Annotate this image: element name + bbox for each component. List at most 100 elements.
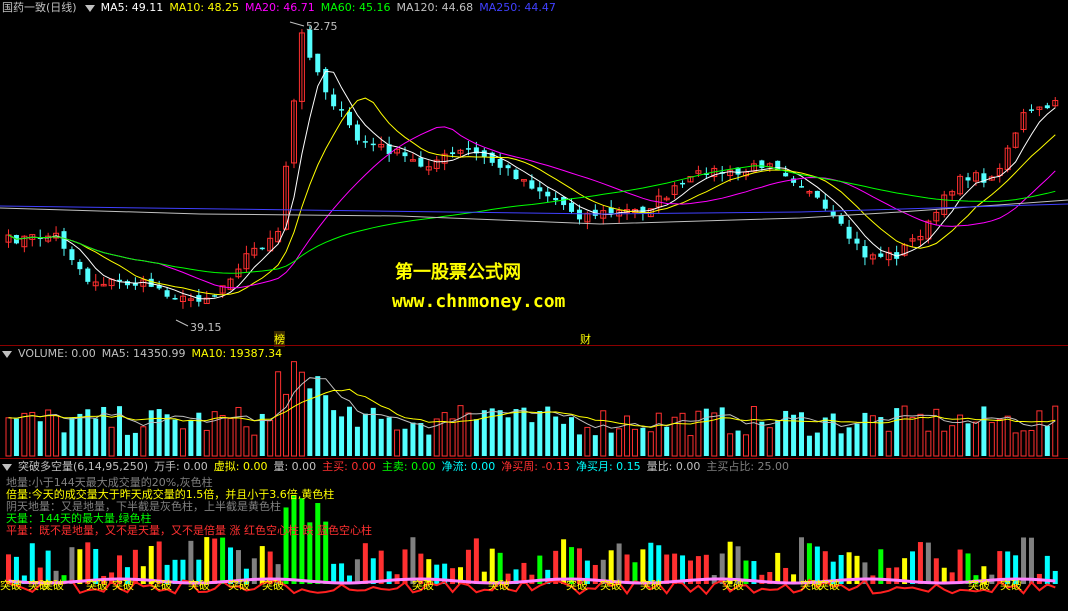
volume-bar <box>235 406 242 457</box>
volume-bar <box>799 412 804 456</box>
volume-bar <box>885 430 892 457</box>
volume-bar <box>846 427 852 456</box>
high-price-label: 52.75 <box>306 20 338 33</box>
indicator-bar <box>917 542 923 584</box>
indicator-bar <box>925 542 931 584</box>
tupo-label: 突破 <box>0 578 22 592</box>
volume-bar <box>179 428 186 457</box>
indicator-bar <box>664 554 670 584</box>
volume-bar <box>838 433 844 456</box>
volume-bar <box>996 418 1003 457</box>
volume-bar <box>647 431 654 457</box>
volume-bar <box>941 430 948 457</box>
volume-bar <box>537 411 543 456</box>
candle-body <box>576 209 582 220</box>
volume-bar <box>981 406 987 456</box>
volume-bar <box>410 422 416 456</box>
volume-bar <box>251 434 258 457</box>
indicator-bar <box>775 552 781 584</box>
candle-body <box>307 29 313 58</box>
volume-panel[interactable]: VOLUME: 0.00 MA5: 14350.99 MA10: 19387.34 <box>0 346 1068 458</box>
indicator-label-4: 主买: 0.00 <box>322 460 376 473</box>
volume-bar <box>616 428 623 457</box>
volume-bar <box>267 420 274 457</box>
volume-bar <box>172 419 178 456</box>
volume-bar <box>750 406 757 457</box>
tupo-label: 突破 <box>566 578 588 592</box>
volume-bar <box>77 413 83 456</box>
volume-bar <box>806 435 812 456</box>
volume-bar <box>727 433 734 457</box>
indicator-bar <box>212 538 218 584</box>
volume-bar <box>465 412 472 457</box>
volume-bar <box>561 423 567 456</box>
volume-bar <box>742 434 749 457</box>
indicator-panel[interactable]: 突破 突破 突破 突破 突破 突破 突破 突破 突破 突破 突破 突破 突破 突破 突破 突破 突破 突破 突破 突… <box>0 459 1068 611</box>
indicator-bar <box>77 549 83 584</box>
volume-bar <box>457 405 464 457</box>
volume-bar <box>600 410 607 457</box>
candle-body <box>830 211 836 216</box>
indicator-label-9: 量比: 0.00 <box>646 460 701 473</box>
volume-bar <box>331 410 337 456</box>
indicator-bar <box>624 554 630 584</box>
volume-bar <box>1044 425 1050 456</box>
indicator-labels: 突破多空量(6,14,95,250) 万手: 0.00 虚拟: 0.00 量: 0.0… <box>18 460 795 473</box>
volume-bar <box>243 426 250 457</box>
volume-bar <box>664 426 670 456</box>
indicator-label-10: 主买占比: 25.00 <box>706 460 790 473</box>
tupo-label: 突破 <box>112 578 134 592</box>
volume-bar <box>1036 410 1043 457</box>
volume-bar <box>53 414 60 457</box>
candle-body <box>878 253 884 257</box>
volume-bar <box>370 407 376 456</box>
candle-body <box>85 268 91 282</box>
volume-bar <box>957 414 964 457</box>
indicator-bar <box>616 543 622 584</box>
candle-body <box>822 199 828 209</box>
candle-body <box>862 246 868 258</box>
indicator-label-3: 量: 0.00 <box>273 460 317 473</box>
volume-bar <box>822 417 828 456</box>
volume-bar <box>775 420 781 456</box>
volume-bar <box>140 426 147 457</box>
volume-bar <box>227 418 234 457</box>
indicator-dropdown-icon[interactable] <box>2 463 12 471</box>
indicator-bar <box>339 563 345 584</box>
volume-bar <box>679 412 686 457</box>
volume-bar <box>592 435 598 456</box>
indicator-bar <box>362 543 368 584</box>
volume-bar <box>703 408 709 456</box>
volume-bar <box>386 417 392 456</box>
candle-body <box>418 157 424 167</box>
volume-bar <box>219 415 226 457</box>
candle-body <box>1028 109 1034 111</box>
indicator-bar <box>672 553 678 584</box>
price-panel[interactable]: 国药一致(日线) MA5: 49.11 MA10: 48.25 MA20: 46.71… <box>0 0 1068 347</box>
candle-body <box>529 180 535 189</box>
candle-body <box>569 202 575 212</box>
volume-bar <box>569 417 575 456</box>
candle-body <box>402 152 408 157</box>
candle-body <box>561 196 567 206</box>
candle-body <box>680 182 686 185</box>
volume-bar <box>917 413 924 457</box>
volume-bar <box>426 434 432 456</box>
high-pointer <box>289 21 305 27</box>
watermark-url: www.chnmoney.com <box>392 291 566 312</box>
indicator-bar <box>957 549 963 584</box>
candle-body <box>513 169 519 180</box>
volume-bar <box>29 411 36 457</box>
volume-bar <box>894 408 900 456</box>
volume-chart[interactable] <box>0 346 1068 458</box>
candle-body <box>505 165 511 169</box>
volume-bar <box>394 429 401 457</box>
indicator-bar <box>220 537 226 584</box>
volume-bar <box>45 409 52 457</box>
indicator-bar <box>156 541 162 584</box>
volume-bar <box>624 415 631 457</box>
indicator-header: 突破多空量(6,14,95,250) 万手: 0.00 虚拟: 0.00 量: 0.0… <box>0 459 801 475</box>
indicator-bar <box>386 571 392 584</box>
volume-bar <box>449 418 456 457</box>
candle-body <box>783 172 789 177</box>
